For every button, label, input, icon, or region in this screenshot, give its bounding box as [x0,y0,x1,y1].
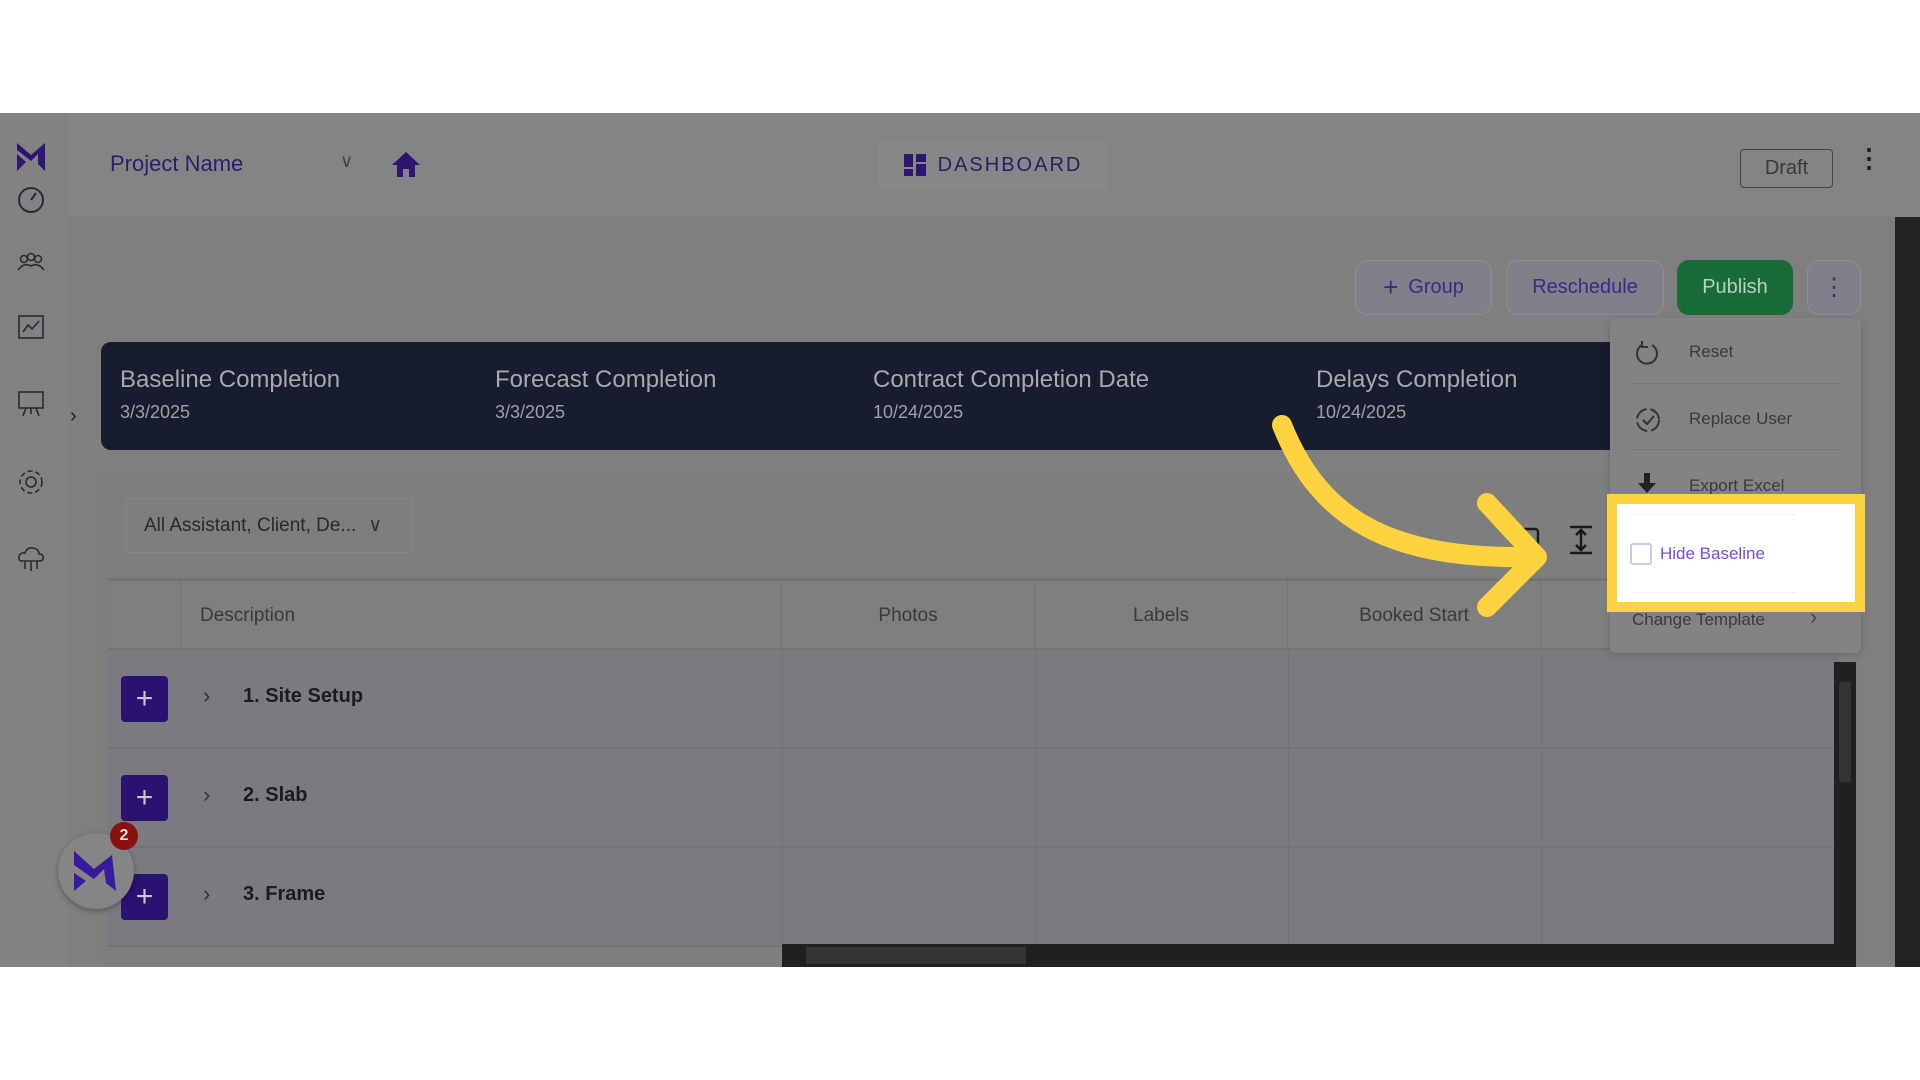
hide-baseline-checkbox[interactable] [1630,543,1652,565]
table-row[interactable]: + › 1. Site Setup [108,650,1838,749]
chart-view-icon[interactable] [1514,527,1540,553]
column-header-booked-start[interactable]: Booked Start [1288,581,1541,651]
chevron-down-icon[interactable]: ∨ [340,151,353,172]
replace-user-icon [1636,408,1660,432]
expand-chevron-icon[interactable]: › [203,683,210,709]
group-label: Group [1408,276,1464,298]
reschedule-button[interactable]: Reschedule [1506,260,1664,315]
page-scrollbar[interactable] [1895,217,1920,967]
expand-chevron-icon[interactable]: › [203,881,210,907]
menu-item-change-template[interactable]: Change Template [1632,610,1765,630]
column-header-actions [108,581,181,651]
settings-icon[interactable] [14,465,48,499]
group-name: 2. Slab [243,784,308,806]
expand-chevron-icon[interactable]: › [203,782,210,808]
hide-baseline-highlight: Hide Baseline [1607,494,1865,612]
delays-completion-label: Delays Completion [1316,366,1518,393]
forecast-completion-value: 3/3/2025 [495,402,566,422]
dashboard-button[interactable]: DASHBOARD [878,140,1108,190]
header: Project Name ∨ DASHBOARD Draft ⋮ [68,113,1920,217]
menu-item-replace-user[interactable]: Replace User [1689,409,1792,429]
baseline-completion-label: Baseline Completion [120,366,341,393]
sidebar: › [0,113,77,967]
schedule-table: Description Photos Labels Booked Start +… [108,578,1858,967]
table-header: Description Photos Labels Booked Start [108,578,1858,651]
reset-icon [1636,341,1658,365]
contract-completion-label: Contract Completion Date [873,366,1150,393]
notification-badge: 2 [110,822,138,850]
logo-icon[interactable] [14,140,48,174]
expand-sidebar-chevron-icon[interactable]: › [70,405,77,428]
column-header-photos[interactable]: Photos [782,581,1035,651]
menu-item-export-excel[interactable]: Export Excel [1689,476,1784,496]
assignee-filter-dropdown[interactable]: All Assistant, Client, De... ∨ [126,498,412,553]
vertical-scrollbar[interactable] [1834,662,1856,949]
horizontal-scrollbar[interactable] [782,944,1856,967]
contract-completion-value: 10/24/2025 [873,402,964,422]
table-row[interactable]: + › 2. Slab [108,749,1838,848]
download-icon [1638,473,1656,493]
publish-button[interactable]: Publish [1677,260,1793,315]
add-task-button[interactable]: + [121,676,168,722]
column-header-description[interactable]: Description [181,581,782,651]
plus-icon: + [1383,272,1399,302]
project-name-select[interactable]: Project Name [110,151,243,177]
schedule-panel: All Assistant, Client, De... ∨ Descriptio… [101,473,1861,967]
more-options-icon[interactable]: ⋮ [1856,143,1882,174]
group-name: 3. Frame [243,883,326,905]
add-group-button[interactable]: + Group [1355,260,1492,315]
app-window: › Project Name ∨ DASHBOARD Draft ⋮ + Grou… [0,113,1920,967]
group-name: 1. Site Setup [243,685,364,707]
completion-banner: Baseline Completion 3/3/2025 Forecast Co… [101,342,1621,450]
delays-completion-value: 10/24/2025 [1316,402,1407,422]
presentation-icon[interactable] [14,386,48,420]
column-header-labels[interactable]: Labels [1035,581,1288,651]
filter-value: All Assistant, Client, De... [144,514,357,536]
chevron-down-icon: ∨ [368,515,383,536]
brand-logo-icon [74,851,116,891]
analytics-icon[interactable] [14,310,48,344]
add-task-button[interactable]: + [121,775,168,821]
expand-rows-icon[interactable] [1568,525,1594,555]
forecast-completion-label: Forecast Completion [495,366,717,393]
dashboard-label: DASHBOARD [937,153,1083,176]
home-icon[interactable] [391,150,421,178]
menu-item-reset[interactable]: Reset [1689,342,1733,362]
dashboard-grid-icon [903,154,926,176]
team-icon[interactable] [14,246,48,280]
menu-item-hide-baseline[interactable]: Hide Baseline [1660,544,1765,564]
baseline-completion-value: 3/3/2025 [120,402,191,422]
table-row[interactable]: + › 3. Frame [108,848,1838,947]
chat-launcher-button[interactable]: 2 [58,822,138,909]
draft-button[interactable]: Draft [1740,149,1833,188]
cloud-network-icon[interactable] [14,543,48,577]
dashboard-gauge-icon[interactable] [14,183,48,217]
more-actions-button[interactable]: ⋮ [1807,260,1861,315]
